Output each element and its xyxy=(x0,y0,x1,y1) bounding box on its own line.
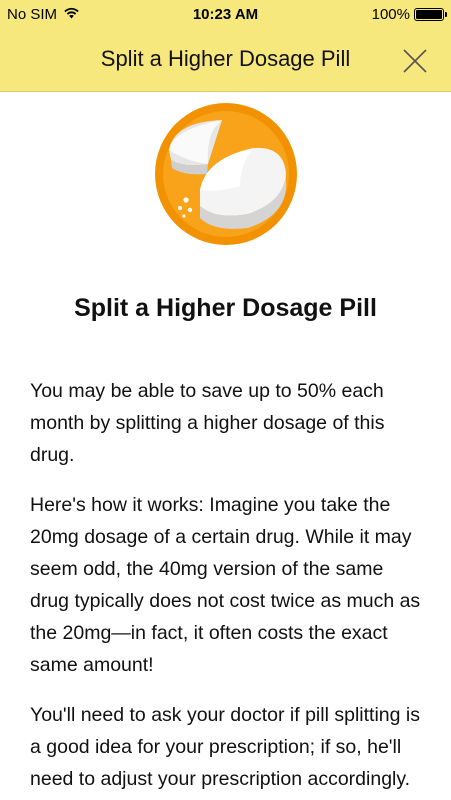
battery-fill xyxy=(416,10,442,19)
paragraph-3: You'll need to ask your doctor if pill s… xyxy=(30,704,420,790)
battery-percent: 100% xyxy=(371,6,410,23)
status-right: 100% xyxy=(371,6,447,23)
hero xyxy=(0,102,451,252)
battery-tip xyxy=(445,12,447,17)
paragraph-1: You may be able to save up to 50% each m… xyxy=(30,380,385,466)
content-body: You may be able to save up to 50% each m… xyxy=(0,375,451,795)
content-heading: Split a Higher Dosage Pill xyxy=(74,294,377,322)
battery-icon xyxy=(414,8,447,21)
nav-bar: Split a Higher Dosage Pill xyxy=(0,30,451,92)
close-button[interactable] xyxy=(399,45,431,77)
screen: No SIM 10:23 AM 100% Split a Higher Dosa… xyxy=(0,0,451,800)
split-pill-icon xyxy=(154,103,297,245)
header-area: No SIM 10:23 AM 100% Split a Higher Dosa… xyxy=(0,0,451,92)
close-icon[interactable] xyxy=(399,45,431,77)
status-bar: No SIM 10:23 AM 100% xyxy=(0,0,451,30)
nav-title: Split a Higher Dosage Pill xyxy=(100,46,351,71)
paragraph-2: Here's how it works: Imagine you take th… xyxy=(30,494,421,676)
